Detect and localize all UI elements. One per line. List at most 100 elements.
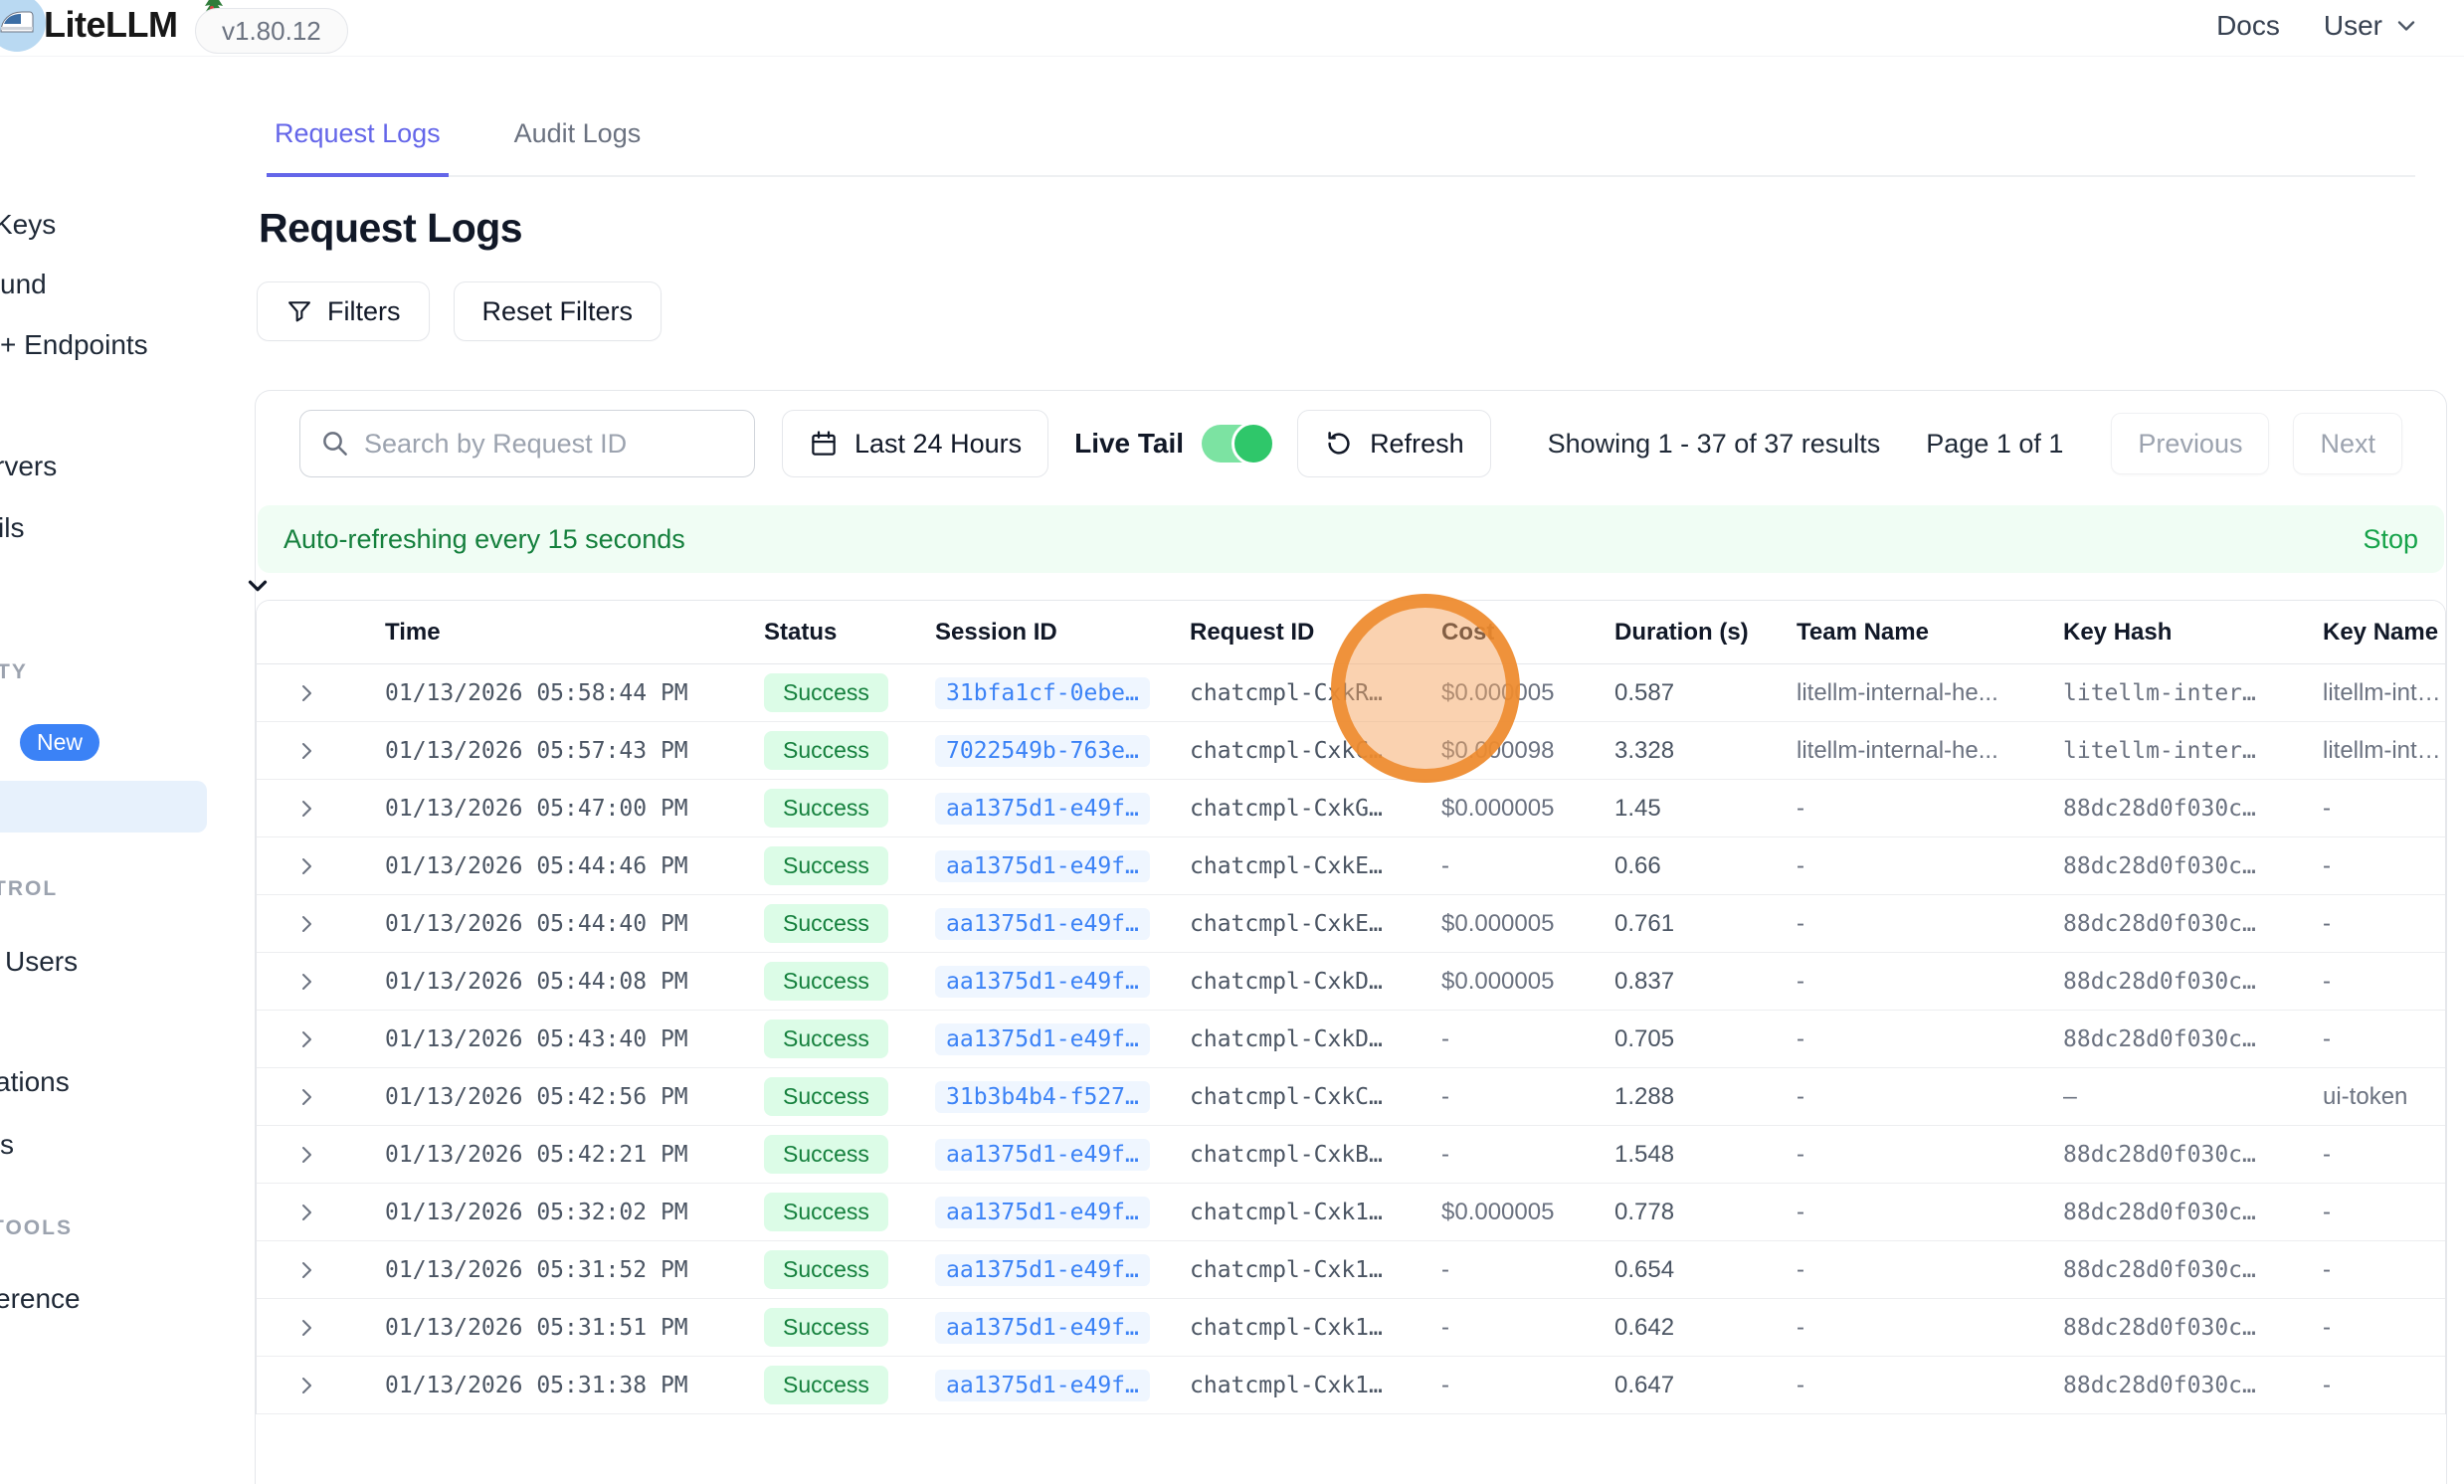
row-expand-button[interactable] [257,797,360,821]
table-row[interactable]: 01/13/2026 05:31:52 PM Success aa1375d1-… [257,1241,2445,1299]
row-expand-button[interactable] [257,1143,360,1167]
search-input[interactable] [364,429,722,460]
row-expand-button[interactable] [257,681,360,705]
table-row[interactable]: 01/13/2026 05:31:38 PM Success aa1375d1-… [257,1357,2445,1414]
cell-request-id: chatcmpl-CxkD… [1174,969,1422,995]
sidebar-item-internal-users[interactable]: Users [5,946,78,978]
cell-request-id: chatcmpl-CxkG… [1174,796,1422,822]
cell-session-id: aa1375d1-e49f… [915,1023,1174,1055]
cell-key-hash: – [2049,1084,2308,1110]
row-expand-button[interactable] [257,970,360,994]
row-expand-button[interactable] [257,1258,360,1282]
reset-filters-button[interactable]: Reset Filters [454,281,663,341]
docs-link[interactable]: Docs [2216,10,2280,42]
table-row[interactable]: 01/13/2026 05:43:40 PM Success aa1375d1-… [257,1011,2445,1068]
cell-team-name: - [1781,910,2049,938]
status-badge: Success [764,1193,888,1231]
user-menu-label: User [2324,10,2382,42]
cell-key-name: ui-token [2308,1083,2445,1111]
row-expand-button[interactable] [257,739,360,763]
table-row[interactable]: 01/13/2026 05:42:56 PM Success 31b3b4b4-… [257,1068,2445,1126]
table-row[interactable]: 01/13/2026 05:47:00 PM Success aa1375d1-… [257,780,2445,837]
status-badge: Success [764,1077,888,1116]
session-id-link[interactable]: aa1375d1-e49f… [935,1023,1150,1055]
session-id-link[interactable]: aa1375d1-e49f… [935,1139,1150,1171]
cell-duration: 1.548 [1592,1141,1781,1169]
chevron-right-icon [294,1085,318,1109]
sidebar-item-servers[interactable]: rvers [0,451,57,482]
sidebar-item-playground[interactable]: und [0,269,47,300]
tab-request-logs[interactable]: Request Logs [267,118,449,177]
cell-key-name: - [2308,910,2445,938]
refresh-button[interactable]: Refresh [1297,410,1491,477]
filters-button[interactable]: Filters [257,281,430,341]
session-id-link[interactable]: aa1375d1-e49f… [935,850,1150,882]
sidebar-collapse-chevron-icon[interactable] [243,571,273,601]
row-expand-button[interactable] [257,854,360,878]
cell-duration: 1.288 [1592,1083,1781,1111]
row-expand-button[interactable] [257,1027,360,1051]
session-id-link[interactable]: 7022549b-763e… [935,735,1150,767]
logs-card: Last 24 Hours Live Tail Refresh Showing … [255,390,2447,1484]
cell-session-id: 31bfa1cf-0ebe… [915,677,1174,709]
cell-team-name: - [1781,1083,2049,1111]
sidebar-section-observability: TY [0,660,28,684]
cell-session-id: aa1375d1-e49f… [915,1370,1174,1401]
table-row[interactable]: 01/13/2026 05:32:02 PM Success aa1375d1-… [257,1184,2445,1241]
session-id-link[interactable]: aa1375d1-e49f… [935,1370,1150,1401]
cell-key-name: litellm-int… [2308,679,2445,707]
sidebar-item-models-endpoints[interactable]: + Endpoints [0,329,148,361]
row-expand-button[interactable] [257,1085,360,1109]
status-badge: Success [764,962,888,1001]
table-row[interactable]: 01/13/2026 05:57:43 PM Success 7022549b-… [257,722,2445,780]
session-id-link[interactable]: aa1375d1-e49f… [935,1197,1150,1228]
sidebar-item-guardrails[interactable]: ils [0,512,24,544]
cell-time: 01/13/2026 05:57:43 PM [360,738,746,764]
cell-key-hash: 88dc28d0f030c… [2049,1026,2308,1052]
time-range-button[interactable]: Last 24 Hours [782,410,1048,477]
previous-page-button[interactable]: Previous [2111,413,2269,474]
row-expand-button[interactable] [257,1316,360,1340]
cell-key-hash: 88dc28d0f030c… [2049,1142,2308,1168]
cell-status: Success [746,789,915,828]
cell-status: Success [746,731,915,770]
session-id-link[interactable]: aa1375d1-e49f… [935,1254,1150,1286]
table-row[interactable]: 01/13/2026 05:58:44 PM Success 31bfa1cf-… [257,664,2445,722]
live-tail-label: Live Tail [1074,428,1184,460]
cell-team-name: - [1781,795,2049,823]
session-id-link[interactable]: 31b3b4b4-f527… [935,1081,1150,1113]
cell-time: 01/13/2026 05:42:56 PM [360,1084,746,1110]
cell-team-name: - [1781,1141,2049,1169]
session-id-link[interactable]: aa1375d1-e49f… [935,908,1150,940]
table-row[interactable]: 01/13/2026 05:44:46 PM Success aa1375d1-… [257,837,2445,895]
sidebar-item-teams[interactable]: s [0,1129,14,1161]
next-page-button[interactable]: Next [2293,413,2402,474]
row-expand-button[interactable] [257,1374,360,1397]
row-expand-button[interactable] [257,1201,360,1224]
user-menu[interactable]: User [2324,10,2420,42]
sidebar-item-keys[interactable]: Keys [0,209,56,241]
live-tail-toggle[interactable] [1202,425,1273,463]
table-row[interactable]: 01/13/2026 05:44:40 PM Success aa1375d1-… [257,895,2445,953]
session-id-link[interactable]: aa1375d1-e49f… [935,966,1150,998]
cell-request-id: chatcmpl-CxkR… [1174,680,1422,706]
cell-time: 01/13/2026 05:44:08 PM [360,969,746,995]
cell-time: 01/13/2026 05:47:00 PM [360,796,746,822]
sidebar-item-organizations[interactable]: ations [0,1066,70,1098]
filter-funnel-icon [285,297,313,325]
session-id-link[interactable]: aa1375d1-e49f… [935,1312,1150,1344]
sidebar-item-logs-selected[interactable] [0,781,207,833]
table-row[interactable]: 01/13/2026 05:42:21 PM Success aa1375d1-… [257,1126,2445,1184]
row-expand-button[interactable] [257,912,360,936]
search-box[interactable] [299,410,755,477]
sidebar-item-api-reference[interactable]: erence [0,1283,81,1315]
cell-key-name: - [2308,795,2445,823]
tab-audit-logs[interactable]: Audit Logs [506,118,650,175]
table-row[interactable]: 01/13/2026 05:31:51 PM Success aa1375d1-… [257,1299,2445,1357]
session-id-link[interactable]: aa1375d1-e49f… [935,793,1150,825]
stop-auto-refresh-button[interactable]: Stop [2363,524,2418,555]
table-row[interactable]: 01/13/2026 05:44:08 PM Success aa1375d1-… [257,953,2445,1011]
session-id-link[interactable]: 31bfa1cf-0ebe… [935,677,1150,709]
cell-cost: - [1422,1256,1592,1284]
litellm-logo [0,0,46,52]
